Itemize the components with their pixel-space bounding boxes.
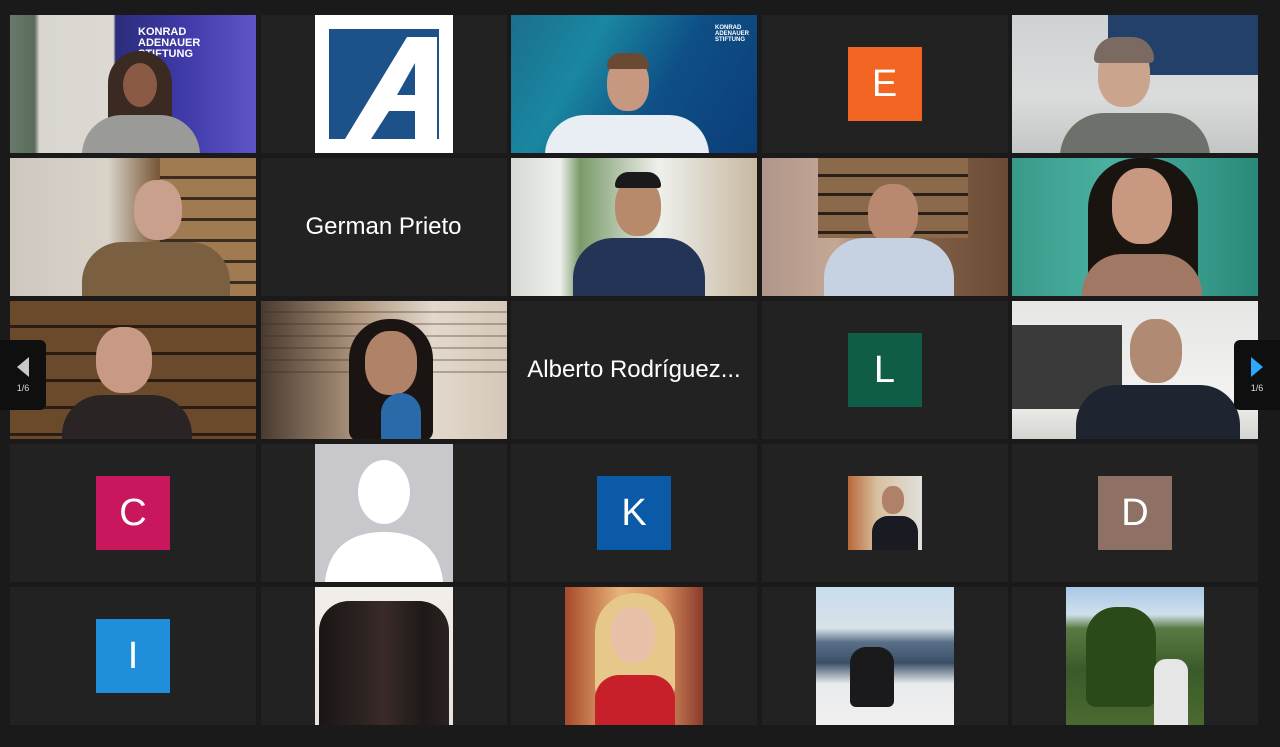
- page-indicator: 1/6: [1250, 383, 1264, 393]
- person-face: [867, 184, 918, 244]
- person-body: [573, 238, 705, 296]
- kas-a-logo-icon: [328, 29, 439, 139]
- video-feed: [10, 301, 256, 439]
- participant-tile[interactable]: KONRAD ADENAUER STIFTUNG: [511, 15, 757, 153]
- page-indicator: 1/6: [16, 383, 30, 393]
- video-feed: [1012, 158, 1258, 296]
- person-face: [123, 63, 157, 107]
- person-body: [823, 238, 954, 296]
- video-feed: [10, 158, 256, 296]
- participant-tile[interactable]: [10, 158, 256, 296]
- person-face: [611, 607, 655, 663]
- participant-tile-active-speaker[interactable]: [761, 158, 1008, 296]
- video-feed: [511, 158, 757, 296]
- participant-initial-avatar: I: [96, 619, 170, 693]
- person-body: [1154, 659, 1188, 725]
- video-feed: [1012, 301, 1258, 439]
- video-feed: KONRAD ADENAUER STIFTUNG: [10, 15, 256, 153]
- person-face: [1130, 319, 1182, 383]
- participant-tile[interactable]: [260, 444, 507, 582]
- person-face: [364, 331, 417, 395]
- participant-tile[interactable]: I: [10, 587, 256, 725]
- participant-name: German Prieto: [305, 213, 462, 240]
- chevron-right-icon: [1251, 357, 1263, 377]
- video-feed: [260, 301, 507, 439]
- participant-tile[interactable]: Alberto Rodríguez...: [511, 301, 757, 439]
- person-hair: [1094, 37, 1154, 63]
- person-body: [1082, 254, 1202, 296]
- profile-picture: [1066, 587, 1204, 725]
- person-face: [134, 180, 182, 240]
- person-body: [849, 647, 894, 707]
- previous-page-button[interactable]: 1/6: [0, 340, 46, 410]
- participant-initial-avatar: K: [597, 476, 671, 550]
- gallery-grid: KONRAD ADENAUER STIFTUNG KONRAD ADENAUER…: [10, 15, 1258, 725]
- person-body: [1076, 385, 1240, 439]
- participant-tile[interactable]: [260, 301, 507, 439]
- person-body: [62, 395, 192, 439]
- video-feed: KONRAD ADENAUER STIFTUNG: [511, 15, 757, 153]
- participant-tile[interactable]: [761, 587, 1008, 725]
- participant-tile[interactable]: KONRAD ADENAUER STIFTUNG: [10, 15, 256, 153]
- participant-tile[interactable]: C: [10, 444, 256, 582]
- person-body: [82, 242, 230, 296]
- participant-tile[interactable]: [1012, 587, 1258, 725]
- kas-logo-text: KONRAD ADENAUER STIFTUNG: [714, 25, 749, 43]
- person-body: [595, 675, 675, 725]
- participant-tile[interactable]: [1012, 301, 1258, 439]
- person-body: [871, 516, 918, 550]
- family-group: [318, 601, 449, 725]
- person-body: [545, 115, 709, 153]
- participant-tile[interactable]: K: [511, 444, 757, 582]
- default-profile-picture: [314, 444, 453, 582]
- participant-initial-avatar: D: [1098, 476, 1172, 550]
- person-scarf: [380, 393, 421, 439]
- participant-tile[interactable]: [1012, 15, 1258, 153]
- user-silhouette-icon: [324, 460, 443, 582]
- tree: [1086, 607, 1156, 707]
- participant-tile[interactable]: [1012, 158, 1258, 296]
- profile-picture: [565, 587, 703, 725]
- profile-picture: [847, 476, 922, 550]
- person-body: [82, 115, 200, 153]
- person-hair: [607, 53, 649, 69]
- participant-tile[interactable]: D: [1012, 444, 1258, 582]
- participant-initial-avatar: L: [847, 333, 922, 407]
- profile-picture: [815, 587, 954, 725]
- kas-logo: [314, 15, 453, 153]
- participant-initial-avatar: C: [96, 476, 170, 550]
- profile-picture: [314, 587, 453, 725]
- participant-tile[interactable]: [761, 444, 1008, 582]
- person-body: [1060, 113, 1210, 153]
- participant-tile[interactable]: [511, 587, 757, 725]
- chevron-left-icon: [17, 357, 29, 377]
- participant-tile[interactable]: [10, 301, 256, 439]
- participant-tile[interactable]: E: [761, 15, 1008, 153]
- person-hair: [615, 172, 661, 188]
- participant-tile[interactable]: L: [761, 301, 1008, 439]
- participant-name: Alberto Rodríguez...: [527, 356, 741, 383]
- person-face: [881, 486, 904, 514]
- person-face: [96, 327, 152, 393]
- video-feed: [1012, 15, 1258, 153]
- next-page-button[interactable]: 1/6: [1234, 340, 1280, 410]
- participant-initial-avatar: E: [847, 47, 922, 121]
- participant-tile[interactable]: German Prieto: [260, 158, 507, 296]
- video-feed: [761, 158, 1008, 296]
- person-face: [1112, 168, 1172, 244]
- participant-tile[interactable]: [511, 158, 757, 296]
- participant-tile[interactable]: [260, 587, 507, 725]
- participant-tile[interactable]: [260, 15, 507, 153]
